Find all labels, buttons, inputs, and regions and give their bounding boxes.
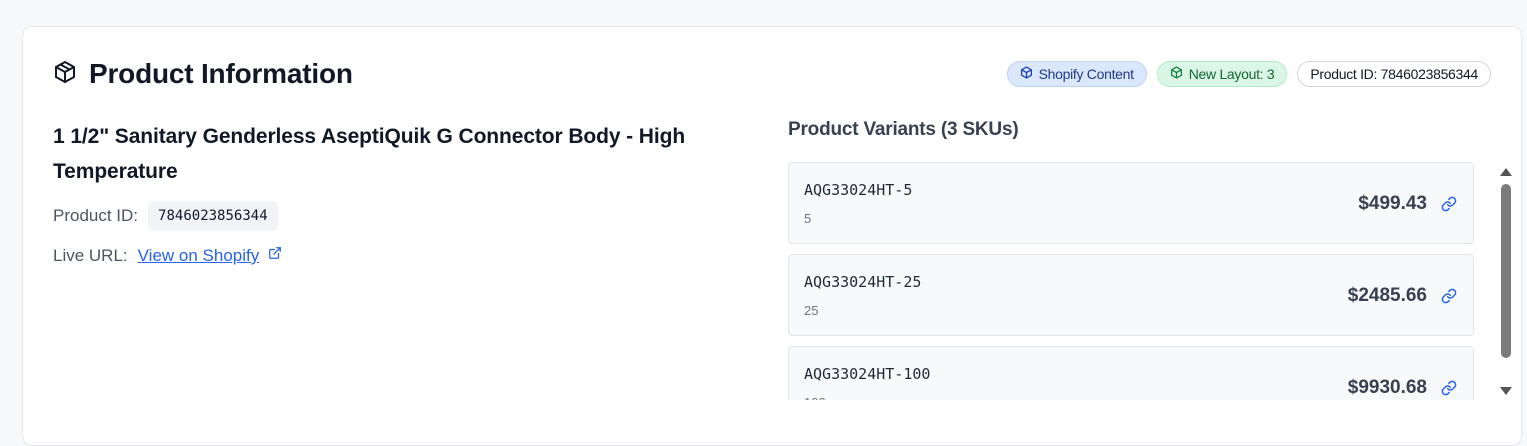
live-url-row: Live URL: View on Shopify bbox=[53, 245, 743, 266]
variant-card: AQG33024HT-100 100 $9930.68 bbox=[788, 346, 1474, 400]
shopify-content-badge: Shopify Content bbox=[1006, 61, 1147, 87]
variant-sku: AQG33024HT-25 bbox=[804, 273, 922, 291]
view-on-shopify-link[interactable]: View on Shopify bbox=[138, 245, 282, 266]
product-name: 1 1/2" Sanitary Genderless AseptiQuik G … bbox=[53, 125, 686, 183]
live-url-label: Live URL: bbox=[53, 245, 128, 265]
variant-sku: AQG33024HT-100 bbox=[804, 365, 931, 383]
link-icon[interactable] bbox=[1441, 288, 1457, 309]
scroll-down-arrow-icon[interactable] bbox=[1500, 387, 1512, 395]
variants-title: Product Variants (3 SKUs) bbox=[788, 119, 1019, 140]
product-information-card: Product Information Shopify Content New … bbox=[22, 26, 1522, 446]
variant-quantity: 100 bbox=[804, 395, 826, 400]
variant-price: $499.43 bbox=[1358, 193, 1427, 214]
variant-quantity: 5 bbox=[804, 211, 812, 226]
card-header: Product Information Shopify Content New … bbox=[53, 57, 1491, 91]
package-icon bbox=[1020, 66, 1033, 82]
link-icon[interactable] bbox=[1441, 196, 1457, 217]
product-id-badge: Product ID: 7846023856344 bbox=[1297, 61, 1491, 87]
variant-card: AQG33024HT-25 25 $2485.66 bbox=[788, 254, 1474, 336]
product-id-value: 7846023856344 bbox=[148, 201, 278, 231]
product-id-label: Product ID: bbox=[53, 206, 139, 225]
link-icon[interactable] bbox=[1441, 380, 1457, 400]
variants-scrollbar[interactable] bbox=[1499, 162, 1513, 400]
title-group: Product Information bbox=[53, 58, 353, 90]
page-title: Product Information bbox=[89, 58, 353, 89]
external-link-icon bbox=[268, 245, 282, 265]
scrollbar-thumb[interactable] bbox=[1501, 184, 1511, 358]
variant-price: $9930.68 bbox=[1347, 377, 1427, 398]
link-text: View on Shopify bbox=[137, 246, 260, 265]
badge-label: New Layout: 3 bbox=[1188, 66, 1275, 82]
variant-card: AQG33024HT-5 5 $499.43 bbox=[788, 162, 1474, 244]
package-icon bbox=[1170, 66, 1183, 82]
product-variants-section: Product Variants (3 SKUs) AQG33024HT-5 5… bbox=[788, 119, 1512, 401]
variant-sku: AQG33024HT-5 bbox=[804, 181, 913, 199]
badge-label: Shopify Content bbox=[1038, 66, 1134, 82]
variant-price: $2485.66 bbox=[1347, 285, 1427, 306]
scroll-up-arrow-icon[interactable] bbox=[1500, 168, 1512, 176]
variant-quantity: 25 bbox=[804, 303, 819, 318]
product-id-row: Product ID: 7846023856344 bbox=[53, 201, 743, 231]
product-details: 1 1/2" Sanitary Genderless AseptiQuik G … bbox=[53, 119, 743, 266]
variants-list[interactable]: AQG33024HT-5 5 $499.43 AQG33024HT-25 25 … bbox=[788, 162, 1474, 400]
badge-group: Shopify Content New Layout: 3 Product ID… bbox=[1006, 61, 1491, 87]
package-icon bbox=[53, 60, 77, 89]
new-layout-badge: New Layout: 3 bbox=[1156, 61, 1288, 87]
